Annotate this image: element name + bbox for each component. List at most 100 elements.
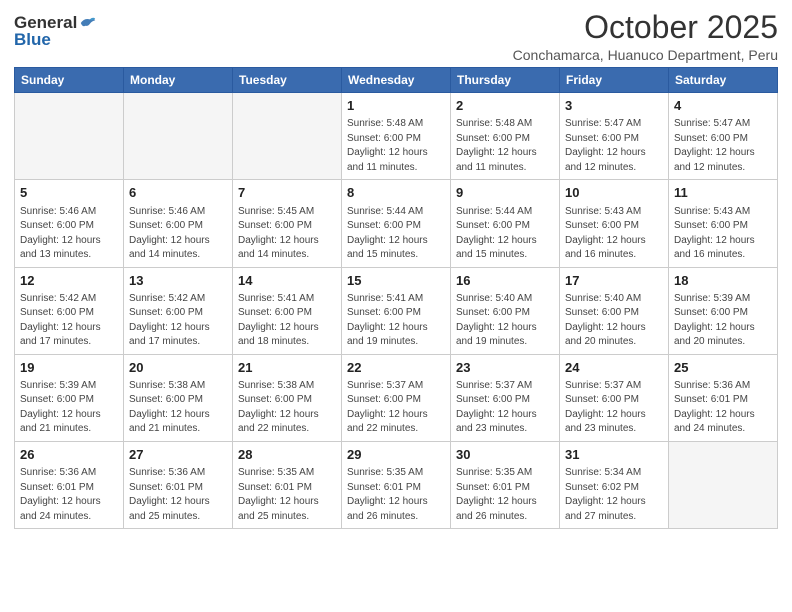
day-number: 13	[129, 272, 227, 290]
day-number: 30	[456, 446, 554, 464]
day-number: 29	[347, 446, 445, 464]
logo-bird-icon	[79, 15, 97, 31]
logo-general-text: General	[14, 14, 77, 31]
day-info: Sunrise: 5:37 AM Sunset: 6:00 PM Dayligh…	[565, 379, 663, 437]
day-info: Sunrise: 5:36 AM Sunset: 6:01 PM Dayligh…	[20, 466, 118, 524]
calendar-cell: 16 Sunrise: 5:40 AM Sunset: 6:00 PM Dayli…	[451, 267, 560, 354]
day-number: 7	[238, 184, 336, 202]
day-number: 8	[347, 184, 445, 202]
calendar-cell: 24 Sunrise: 5:37 AM Sunset: 6:00 PM Dayli…	[560, 354, 669, 441]
day-info: Sunrise: 5:40 AM Sunset: 6:00 PM Dayligh…	[565, 292, 663, 350]
calendar-cell: 3 Sunrise: 5:47 AM Sunset: 6:00 PM Daylig…	[560, 93, 669, 180]
calendar-cell: 11 Sunrise: 5:43 AM Sunset: 6:00 PM Dayli…	[669, 180, 778, 267]
day-number: 15	[347, 272, 445, 290]
calendar-cell: 5 Sunrise: 5:46 AM Sunset: 6:00 PM Daylig…	[15, 180, 124, 267]
day-number: 5	[20, 184, 118, 202]
calendar-cell: 1Sunrise: 5:48 AM Sunset: 6:00 PM Daylig…	[342, 93, 451, 180]
day-info: Sunrise: 5:39 AM Sunset: 6:00 PM Dayligh…	[674, 292, 772, 350]
day-info: Sunrise: 5:44 AM Sunset: 6:00 PM Dayligh…	[347, 205, 445, 263]
calendar-header-row: Sunday Monday Tuesday Wednesday Thursday…	[15, 68, 778, 93]
col-sunday: Sunday	[15, 68, 124, 93]
day-number: 14	[238, 272, 336, 290]
col-saturday: Saturday	[669, 68, 778, 93]
page: General Blue October 2025 Conchamarca, H…	[0, 0, 792, 612]
day-info: Sunrise: 5:42 AM Sunset: 6:00 PM Dayligh…	[129, 292, 227, 350]
calendar-body: 1Sunrise: 5:48 AM Sunset: 6:00 PM Daylig…	[15, 93, 778, 529]
calendar-cell: 17 Sunrise: 5:40 AM Sunset: 6:00 PM Dayli…	[560, 267, 669, 354]
day-number: 17	[565, 272, 663, 290]
calendar-cell: 20 Sunrise: 5:38 AM Sunset: 6:00 PM Dayli…	[124, 354, 233, 441]
calendar-cell: 14Sunrise: 5:41 AM Sunset: 6:00 PM Dayli…	[233, 267, 342, 354]
calendar-cell	[124, 93, 233, 180]
header-row: General Blue October 2025 Conchamarca, H…	[14, 10, 778, 63]
day-info: Sunrise: 5:40 AM Sunset: 6:00 PM Dayligh…	[456, 292, 554, 350]
day-info: Sunrise: 5:37 AM Sunset: 6:00 PM Dayligh…	[347, 379, 445, 437]
calendar-cell: 22 Sunrise: 5:37 AM Sunset: 6:00 PM Dayli…	[342, 354, 451, 441]
day-info: Sunrise: 5:46 AM Sunset: 6:00 PM Dayligh…	[20, 205, 118, 263]
col-friday: Friday	[560, 68, 669, 93]
day-number: 23	[456, 359, 554, 377]
day-info: Sunrise: 5:42 AM Sunset: 6:00 PM Dayligh…	[20, 292, 118, 350]
calendar-cell: 13 Sunrise: 5:42 AM Sunset: 6:00 PM Dayli…	[124, 267, 233, 354]
day-info: Sunrise: 5:41 AM Sunset: 6:00 PM Dayligh…	[347, 292, 445, 350]
day-number: 21	[238, 359, 336, 377]
col-monday: Monday	[124, 68, 233, 93]
calendar-cell: 21 Sunrise: 5:38 AM Sunset: 6:00 PM Dayli…	[233, 354, 342, 441]
day-info: Sunrise: 5:35 AM Sunset: 6:01 PM Dayligh…	[456, 466, 554, 524]
calendar-week-3: 12Sunrise: 5:42 AM Sunset: 6:00 PM Dayli…	[15, 267, 778, 354]
calendar-cell: 4 Sunrise: 5:47 AM Sunset: 6:00 PM Daylig…	[669, 93, 778, 180]
col-wednesday: Wednesday	[342, 68, 451, 93]
day-info: Sunrise: 5:47 AM Sunset: 6:00 PM Dayligh…	[674, 117, 772, 175]
calendar-cell: 31 Sunrise: 5:34 AM Sunset: 6:02 PM Dayli…	[560, 441, 669, 528]
col-tuesday: Tuesday	[233, 68, 342, 93]
day-number: 16	[456, 272, 554, 290]
title-section: October 2025 Conchamarca, Huanuco Depart…	[513, 10, 778, 63]
day-info: Sunrise: 5:37 AM Sunset: 6:00 PM Dayligh…	[456, 379, 554, 437]
day-number: 6	[129, 184, 227, 202]
day-info: Sunrise: 5:39 AM Sunset: 6:00 PM Dayligh…	[20, 379, 118, 437]
day-number: 18	[674, 272, 772, 290]
day-info: Sunrise: 5:36 AM Sunset: 6:01 PM Dayligh…	[129, 466, 227, 524]
day-number: 24	[565, 359, 663, 377]
day-info: Sunrise: 5:35 AM Sunset: 6:01 PM Dayligh…	[238, 466, 336, 524]
calendar-cell: 6Sunrise: 5:46 AM Sunset: 6:00 PM Daylig…	[124, 180, 233, 267]
calendar-cell: 12Sunrise: 5:42 AM Sunset: 6:00 PM Dayli…	[15, 267, 124, 354]
day-info: Sunrise: 5:38 AM Sunset: 6:00 PM Dayligh…	[129, 379, 227, 437]
logo-line: General	[14, 14, 97, 31]
day-number: 31	[565, 446, 663, 464]
calendar-cell: 25Sunrise: 5:36 AM Sunset: 6:01 PM Dayli…	[669, 354, 778, 441]
day-number: 4	[674, 97, 772, 115]
day-number: 25	[674, 359, 772, 377]
calendar-week-4: 19 Sunrise: 5:39 AM Sunset: 6:00 PM Dayli…	[15, 354, 778, 441]
day-info: Sunrise: 5:43 AM Sunset: 6:00 PM Dayligh…	[565, 205, 663, 263]
day-info: Sunrise: 5:47 AM Sunset: 6:00 PM Dayligh…	[565, 117, 663, 175]
day-info: Sunrise: 5:45 AM Sunset: 6:00 PM Dayligh…	[238, 205, 336, 263]
calendar-cell: 2Sunrise: 5:48 AM Sunset: 6:00 PM Daylig…	[451, 93, 560, 180]
day-number: 2	[456, 97, 554, 115]
calendar-cell: 8 Sunrise: 5:44 AM Sunset: 6:00 PM Daylig…	[342, 180, 451, 267]
month-title: October 2025	[513, 10, 778, 45]
day-number: 20	[129, 359, 227, 377]
day-info: Sunrise: 5:34 AM Sunset: 6:02 PM Dayligh…	[565, 466, 663, 524]
day-number: 19	[20, 359, 118, 377]
calendar-cell	[669, 441, 778, 528]
day-number: 9	[456, 184, 554, 202]
day-number: 28	[238, 446, 336, 464]
calendar-cell: 10 Sunrise: 5:43 AM Sunset: 6:00 PM Dayli…	[560, 180, 669, 267]
calendar-cell: 28 Sunrise: 5:35 AM Sunset: 6:01 PM Dayli…	[233, 441, 342, 528]
day-number: 22	[347, 359, 445, 377]
calendar-cell	[15, 93, 124, 180]
calendar-cell: 18 Sunrise: 5:39 AM Sunset: 6:00 PM Dayli…	[669, 267, 778, 354]
day-number: 3	[565, 97, 663, 115]
calendar-cell: 9Sunrise: 5:44 AM Sunset: 6:00 PM Daylig…	[451, 180, 560, 267]
logo: General Blue	[14, 14, 97, 48]
calendar-cell: 30 Sunrise: 5:35 AM Sunset: 6:01 PM Dayli…	[451, 441, 560, 528]
day-number: 10	[565, 184, 663, 202]
calendar-table: Sunday Monday Tuesday Wednesday Thursday…	[14, 67, 778, 529]
day-info: Sunrise: 5:43 AM Sunset: 6:00 PM Dayligh…	[674, 205, 772, 263]
day-info: Sunrise: 5:38 AM Sunset: 6:00 PM Dayligh…	[238, 379, 336, 437]
calendar-cell: 7 Sunrise: 5:45 AM Sunset: 6:00 PM Daylig…	[233, 180, 342, 267]
day-info: Sunrise: 5:35 AM Sunset: 6:01 PM Dayligh…	[347, 466, 445, 524]
logo-blue-text: Blue	[14, 31, 51, 48]
day-number: 11	[674, 184, 772, 202]
